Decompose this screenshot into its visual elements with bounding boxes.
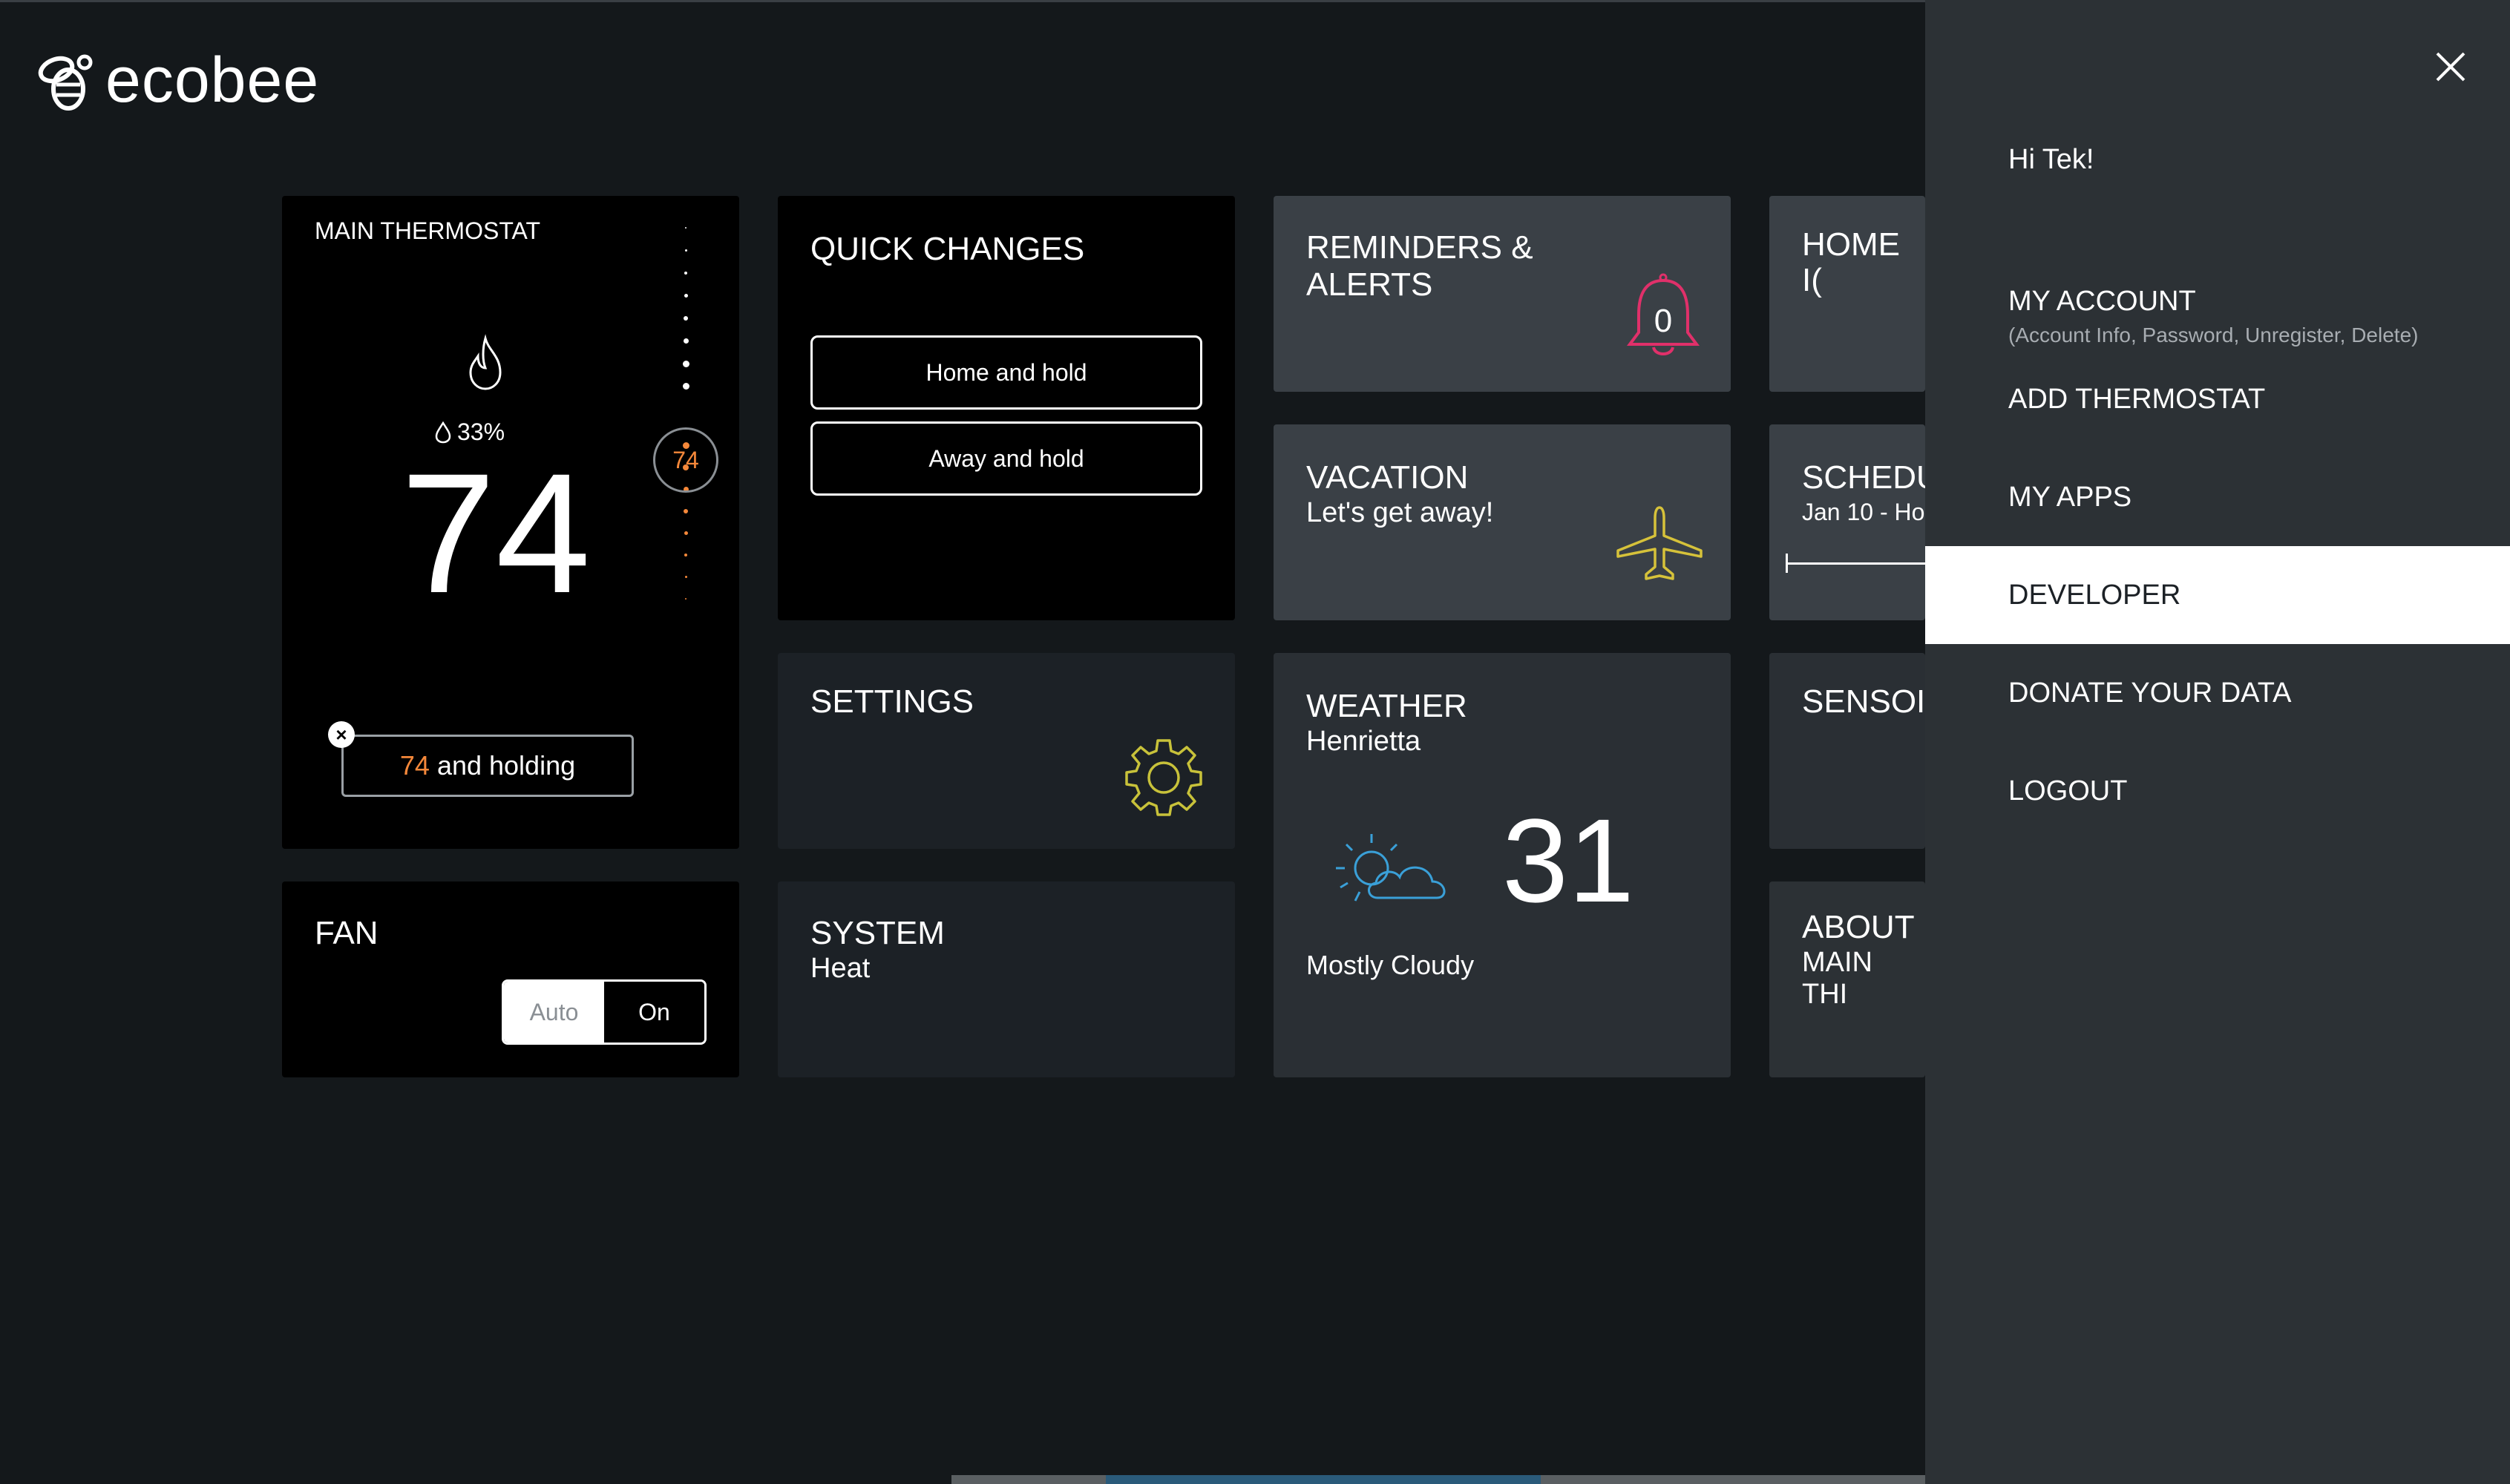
reminders-title-line2: ALERTS	[1306, 266, 1433, 303]
fan-title: FAN	[315, 915, 379, 951]
alert-count: 0	[1654, 303, 1673, 339]
menu-item-donate-your-data[interactable]: DONATE YOUR DATA	[1925, 644, 2510, 742]
sensors-title: SENSOI	[1802, 683, 1925, 720]
slider-dot	[685, 576, 687, 578]
reminders-title-line1: REMINDERS &	[1306, 229, 1533, 266]
hold-text: and holding	[436, 750, 576, 781]
slider-dot	[684, 531, 688, 535]
hold-status[interactable]: 74 and holding	[341, 735, 634, 797]
weather-temperature: 31	[1502, 794, 1634, 927]
slider-dot	[683, 383, 689, 390]
about-tile[interactable]: ABOUT MAIN THI	[1769, 881, 1925, 1077]
menu-item-label: MY APPS	[2008, 481, 2132, 513]
schedule-title: SCHEDU	[1802, 459, 1925, 496]
greeting: Hi Tek!	[2008, 144, 2094, 175]
about-subtitle: MAIN THI	[1802, 947, 1872, 1010]
menu-item-my-apps[interactable]: MY APPS	[1925, 448, 2510, 546]
schedule-tile[interactable]: SCHEDU Jan 10 - Ho	[1769, 424, 1925, 620]
vacation-subtitle: Let's get away!	[1306, 497, 1494, 528]
slider-dot	[685, 249, 687, 252]
brand-name: ecobee	[105, 45, 320, 116]
weather-title: WEATHER	[1306, 688, 1467, 724]
sensors-tile[interactable]: SENSOI	[1769, 653, 1925, 849]
thermostat-tile[interactable]: MAIN THERMOSTAT 33% 74 74 74 and holding…	[282, 196, 739, 849]
fan-on-option[interactable]: On	[604, 982, 704, 1043]
fan-mode-toggle[interactable]: Auto On	[502, 979, 707, 1045]
system-mode: Heat	[810, 953, 871, 984]
weather-condition: Mostly Cloudy	[1306, 950, 1475, 980]
cancel-hold-icon[interactable]: ×	[328, 721, 355, 748]
menu-item-label: LOGOUT	[2008, 775, 2128, 807]
setpoint-handle[interactable]: 74	[653, 427, 718, 493]
settings-title: SETTINGS	[810, 683, 974, 720]
menu-item-add-thermostat[interactable]: ADD THERMOSTAT	[1925, 350, 2510, 448]
account-side-menu: Hi Tek! MY ACCOUNT (Account Info, Passwo…	[1925, 0, 2510, 1484]
slider-dot	[684, 272, 687, 275]
thermostat-title: MAIN THERMOSTAT	[315, 217, 540, 244]
slider-dot	[684, 554, 687, 556]
hold-temp: 74	[399, 750, 430, 781]
background-strip-accent	[1106, 1475, 1541, 1484]
bee-icon	[38, 54, 93, 111]
temperature-slider[interactable]	[668, 226, 704, 849]
partly-cloudy-icon	[1336, 834, 1446, 902]
slider-dot	[684, 294, 688, 298]
quick-changes-title: QUICK CHANGES	[810, 231, 1085, 267]
fan-tile: FAN Auto On	[282, 881, 739, 1077]
vacation-title: VACATION	[1306, 459, 1469, 496]
flame-icon	[469, 334, 502, 390]
slider-dot	[683, 361, 689, 367]
ecobee-logo[interactable]: ecobee	[34, 45, 319, 116]
slider-dot	[684, 338, 689, 344]
home-and-hold-button[interactable]: Home and hold	[810, 335, 1202, 410]
airplane-icon	[1616, 506, 1703, 580]
gear-icon	[1125, 739, 1202, 816]
weather-location: Henrietta	[1306, 726, 1421, 757]
system-title: SYSTEM	[810, 915, 945, 951]
menu-item-sublabel: (Account Info, Password, Unregister, Del…	[2008, 323, 2419, 347]
menu-item-developer[interactable]: DEVELOPER	[1925, 546, 2510, 644]
schedule-subtitle: Jan 10 - Ho	[1802, 499, 1925, 525]
schedule-timeline-tick	[1786, 554, 1788, 573]
fan-auto-option[interactable]: Auto	[504, 982, 604, 1043]
home-iq-tile[interactable]: HOME I(	[1769, 196, 1925, 392]
schedule-timeline	[1786, 562, 1925, 565]
current-temperature: 74	[401, 438, 591, 628]
menu-item-label: MY ACCOUNT	[2008, 285, 2196, 317]
slider-dot	[685, 227, 687, 229]
close-icon[interactable]	[2431, 47, 2470, 86]
settings-tile[interactable]: SETTINGS	[778, 653, 1235, 849]
menu-item-label: DONATE YOUR DATA	[2008, 677, 2292, 709]
slider-dot	[684, 316, 688, 321]
menu-item-logout[interactable]: LOGOUT	[1925, 742, 2510, 840]
weather-tile[interactable]: WEATHER Henrietta 31 Mostly Cloudy	[1274, 653, 1731, 1077]
slider-dot	[684, 509, 688, 513]
vacation-tile[interactable]: VACATION Let's get away!	[1274, 424, 1731, 620]
menu-item-label: DEVELOPER	[2008, 579, 2181, 611]
home-iq-title: HOME I(	[1802, 226, 1900, 299]
menu-item-label: ADD THERMOSTAT	[2008, 383, 2266, 415]
reminders-tile[interactable]: REMINDERS & ALERTS 0	[1274, 196, 1731, 392]
quick-changes-tile: QUICK CHANGES Home and hold Away and hol…	[778, 196, 1235, 620]
slider-dot	[685, 598, 687, 600]
system-tile[interactable]: SYSTEM Heat	[778, 881, 1235, 1077]
about-title: ABOUT	[1802, 909, 1915, 945]
away-and-hold-button[interactable]: Away and hold	[810, 421, 1202, 496]
